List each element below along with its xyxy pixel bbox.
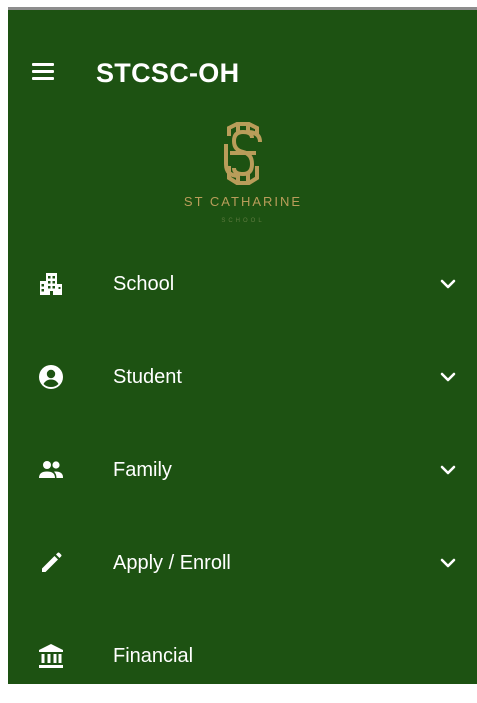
nav-item-financial[interactable]: Financial — [8, 610, 477, 703]
pencil-icon — [42, 552, 62, 572]
nav-item-label: Student — [113, 366, 182, 388]
nav-item-apply-enroll[interactable]: Apply / Enroll — [8, 517, 477, 610]
school-logo: ST CATHARINE SCHOOL — [168, 120, 318, 232]
nav-item-family[interactable]: Family — [8, 424, 477, 517]
school-name-logotype: ST CATHARINE — [183, 194, 303, 209]
nav-item-label: Family — [113, 459, 172, 481]
nav-item-label: Apply / Enroll — [113, 552, 231, 574]
nav-item-school[interactable]: School — [8, 238, 477, 331]
sidebar: STCSC-OH ST CATHARINE SCHOOL School Stud… — [8, 10, 477, 684]
school-subtitle-logotype: SCHOOL — [221, 218, 265, 224]
sidebar-header: STCSC-OH — [8, 46, 477, 98]
nav-item-label: Financial — [113, 645, 194, 667]
bank-icon — [39, 644, 63, 668]
nav-item-label: School — [113, 273, 175, 295]
account-circle-icon — [39, 365, 63, 389]
people-icon — [39, 461, 63, 478]
app-title: STCSC-OH — [96, 58, 240, 88]
building-icon — [40, 273, 62, 295]
nav-item-student[interactable]: Student — [8, 331, 477, 424]
top-border — [0, 0, 477, 7]
chevron-down-icon[interactable] — [440, 462, 456, 478]
chevron-down-icon[interactable] — [440, 276, 456, 292]
menu-icon[interactable] — [32, 63, 54, 80]
chevron-down-icon[interactable] — [440, 555, 456, 571]
school-crest-icon — [224, 122, 262, 185]
nav-menu: School Student Family Apply / Enroll Fin… — [8, 238, 477, 703]
chevron-down-icon[interactable] — [440, 369, 456, 385]
app-frame: STCSC-OH ST CATHARINE SCHOOL School Stud… — [0, 0, 477, 684]
